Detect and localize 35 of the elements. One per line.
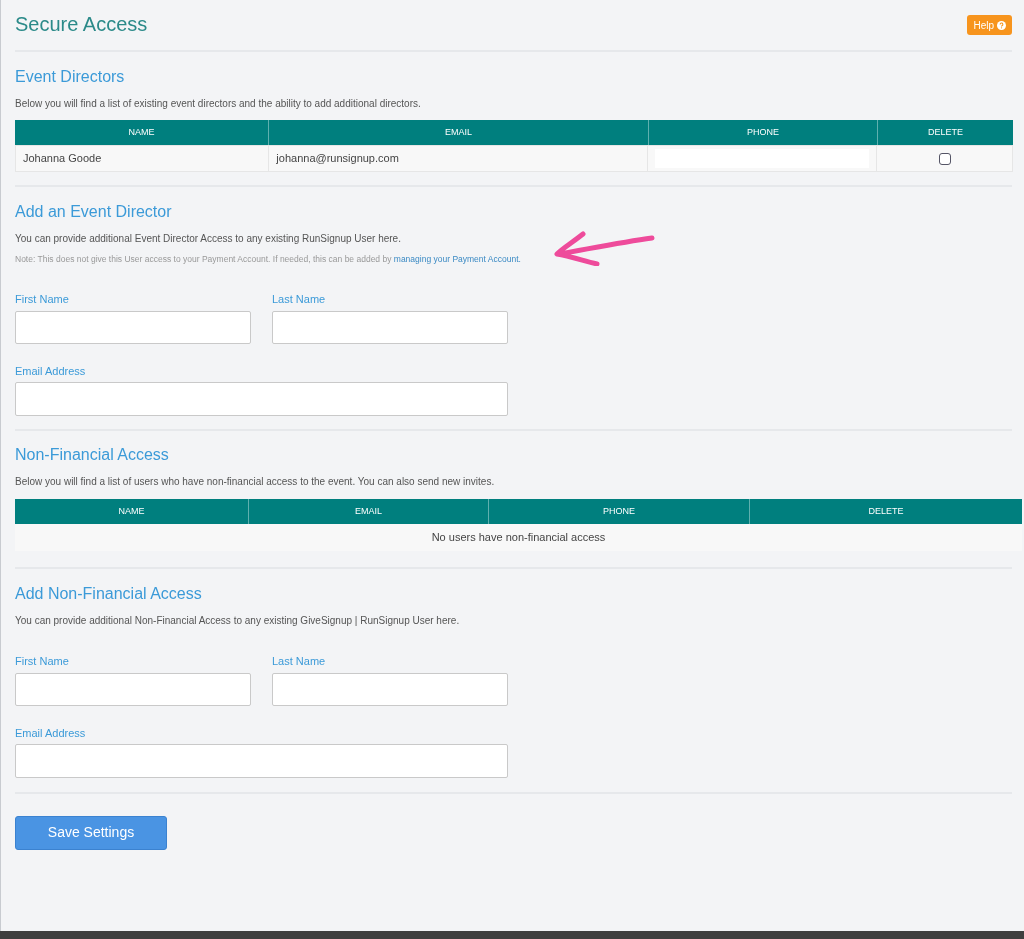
section-heading: Add Non-Financial Access (15, 583, 203, 604)
field-label: Email Address (15, 725, 87, 741)
page-title: Secure Access (15, 12, 148, 36)
save-settings-button[interactable]: Save Settings (15, 815, 167, 850)
payment-account-link[interactable]: managing your Payment Account. (393, 254, 521, 264)
input-field[interactable] (15, 310, 251, 344)
help-button[interactable]: Help (967, 15, 1012, 35)
section-description: You can provide additional Event Director Access to any existing RunSignup User here. (15, 232, 402, 246)
input-field[interactable] (15, 743, 508, 778)
section-heading: Event Directors (15, 67, 126, 87)
section-description: Below you will find a list of users who have non-financial access to the event. You can also send new invites. (15, 474, 496, 489)
field-label: Email Address (15, 363, 87, 379)
column-header: DELETE (927, 125, 964, 139)
field-label: First Name (15, 653, 70, 669)
input-field[interactable] (272, 672, 508, 706)
section-heading: Add an Event Director (15, 202, 173, 222)
empty-table-message: No users have non-financial access (431, 530, 606, 545)
column-header: EMAIL (249, 498, 489, 524)
section-description: You can provide additional Non-Financial Access to any existing GiveSignup | RunSignup User here. (15, 613, 461, 628)
column-header: DELETE (867, 504, 905, 518)
section-heading: Non-Financial Access (15, 444, 170, 465)
field-label: Last Name (272, 653, 327, 669)
input-field[interactable] (15, 381, 508, 416)
delete-checkbox[interactable] (938, 152, 951, 165)
question-icon (997, 20, 1006, 30)
column-header: NAME (15, 498, 249, 524)
field-label: Last Name (272, 291, 327, 307)
table-cell: Johanna Goode (16, 146, 270, 171)
input-field[interactable] (272, 310, 508, 344)
input-field[interactable] (15, 672, 251, 706)
column-header: PHONE (489, 498, 750, 524)
section-description: Below you will find a list of existing event directors and the ability to add additional directors. (15, 97, 422, 111)
table-cell: johanna@runsignup.com (269, 146, 649, 171)
note-text: Note: This does not give this User access to your Payment Account. If needed, this can be added by managing your Payment Account. (15, 253, 522, 266)
field-label: First Name (15, 291, 70, 307)
